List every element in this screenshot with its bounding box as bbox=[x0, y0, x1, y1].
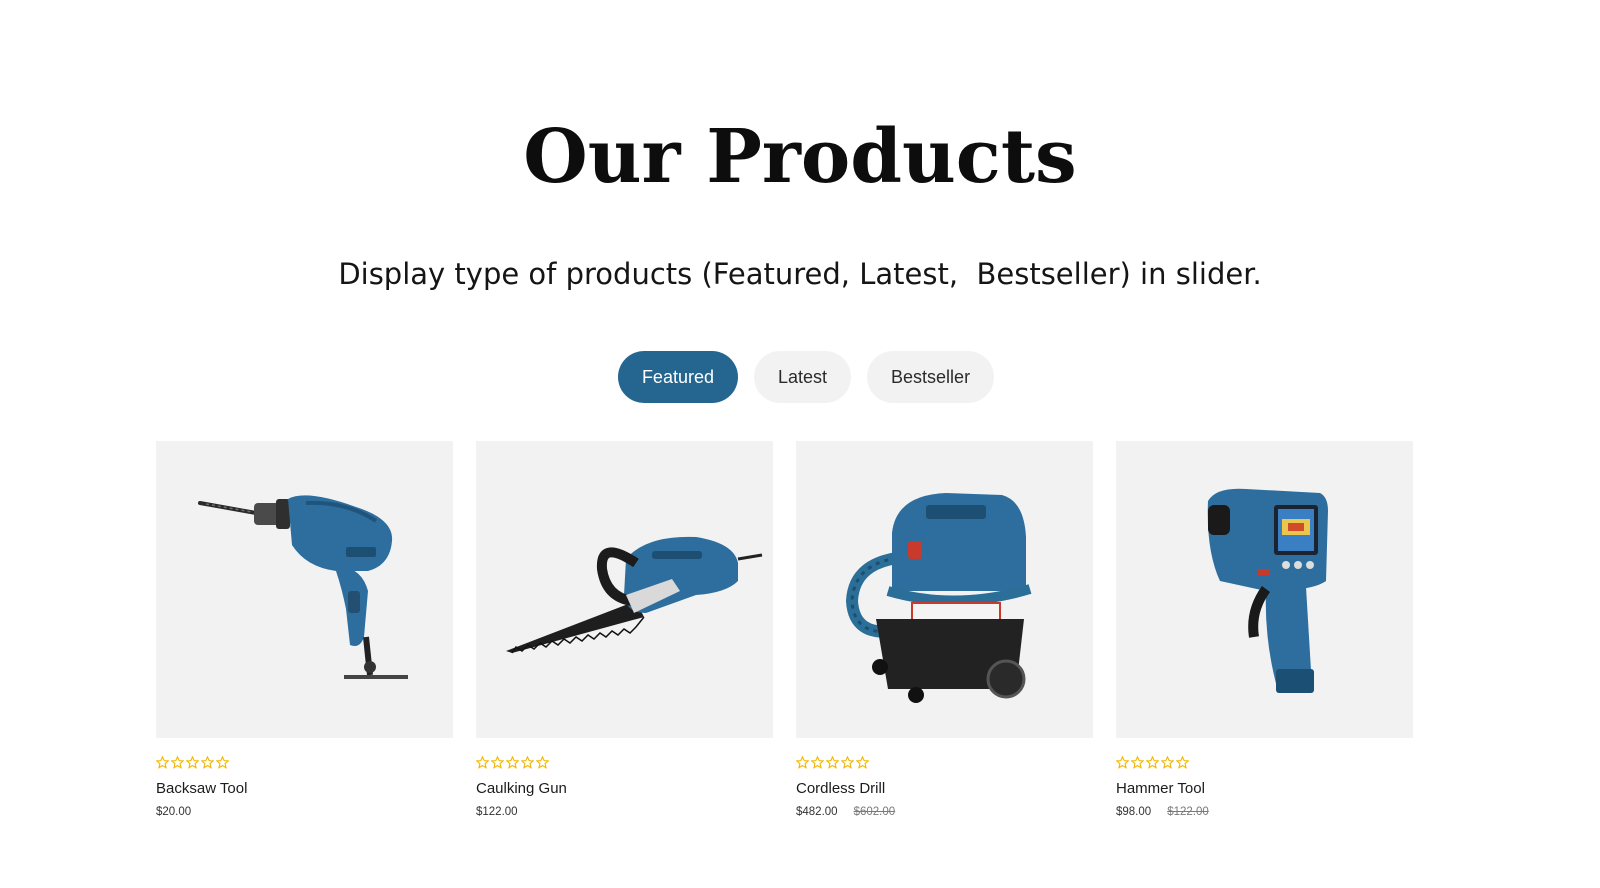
star-icon bbox=[826, 756, 839, 769]
old-price: $602.00 bbox=[853, 806, 896, 818]
rating-stars bbox=[476, 756, 773, 770]
product-name-link[interactable]: Backsaw Tool bbox=[156, 780, 453, 798]
product-card: Backsaw Tool $20.00 bbox=[156, 441, 453, 818]
star-icon bbox=[536, 756, 549, 769]
star-icon bbox=[491, 756, 504, 769]
star-icon bbox=[1146, 756, 1159, 769]
product-card: Hammer Tool $98.00 $122.00 bbox=[1116, 441, 1413, 818]
current-price: $122.00 bbox=[476, 806, 518, 818]
star-icon bbox=[156, 756, 169, 769]
star-icon bbox=[476, 756, 489, 769]
product-image-link[interactable] bbox=[156, 441, 453, 738]
rating-stars bbox=[796, 756, 1093, 770]
tab-bestseller[interactable]: Bestseller bbox=[867, 351, 995, 403]
product-image-link[interactable] bbox=[796, 441, 1093, 738]
price-row: $98.00 $122.00 bbox=[1116, 806, 1413, 818]
section-title: Our Products bbox=[523, 114, 1077, 200]
power-drill-icon bbox=[198, 495, 408, 679]
wet-dry-vacuum-icon bbox=[845, 493, 1032, 703]
star-icon bbox=[216, 756, 229, 769]
star-icon bbox=[841, 756, 854, 769]
products-section: Our Products Display type of products (F… bbox=[0, 0, 1600, 888]
product-type-tabs: Featured Latest Bestseller bbox=[0, 351, 1600, 403]
star-icon bbox=[856, 756, 869, 769]
tab-featured[interactable]: Featured bbox=[617, 351, 738, 403]
reciprocating-saw-icon bbox=[506, 536, 763, 654]
product-card: Caulking Gun $122.00 bbox=[476, 441, 773, 818]
product-slider: Backsaw Tool $20.00 Caulking Gun $122.00… bbox=[156, 441, 1413, 818]
price-row: $482.00 $602.00 bbox=[796, 806, 1093, 818]
product-image-link[interactable] bbox=[1116, 441, 1413, 738]
star-icon bbox=[1131, 756, 1144, 769]
star-icon bbox=[186, 756, 199, 769]
old-price: $122.00 bbox=[1167, 806, 1209, 818]
current-price: $98.00 bbox=[1116, 806, 1152, 818]
rating-stars bbox=[156, 756, 453, 770]
star-icon bbox=[1161, 756, 1174, 769]
star-icon bbox=[521, 756, 534, 769]
product-card: Cordless Drill $482.00 $602.00 bbox=[796, 441, 1093, 818]
star-icon bbox=[1176, 756, 1189, 769]
star-icon bbox=[201, 756, 214, 769]
star-icon bbox=[171, 756, 184, 769]
current-price: $20.00 bbox=[156, 806, 192, 818]
product-image-link[interactable] bbox=[476, 441, 773, 738]
thermal-detector-icon bbox=[1207, 488, 1328, 693]
price-row: $122.00 bbox=[476, 806, 773, 818]
star-icon bbox=[796, 756, 809, 769]
star-icon bbox=[1116, 756, 1129, 769]
section-subtitle: Display type of products (Featured, Late… bbox=[338, 257, 1262, 291]
star-icon bbox=[811, 756, 824, 769]
price-row: $20.00 bbox=[156, 806, 453, 818]
current-price: $482.00 bbox=[796, 806, 838, 818]
tab-latest[interactable]: Latest bbox=[753, 351, 852, 403]
rating-stars bbox=[1116, 756, 1413, 770]
product-name-link[interactable]: Hammer Tool bbox=[1116, 780, 1413, 798]
star-icon bbox=[506, 756, 519, 769]
product-name-link[interactable]: Caulking Gun bbox=[476, 780, 773, 798]
product-name-link[interactable]: Cordless Drill bbox=[796, 780, 1093, 798]
